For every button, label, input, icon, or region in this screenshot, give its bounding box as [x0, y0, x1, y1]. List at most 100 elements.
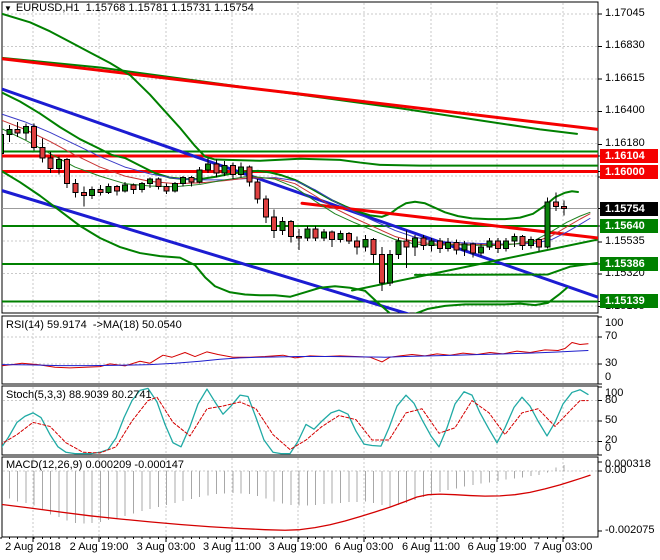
time-axis-label: 6 Aug 19:00 — [467, 541, 527, 553]
candle-bull — [180, 177, 187, 185]
candle-bull — [320, 231, 327, 239]
candle-bull — [503, 240, 510, 250]
candle-bear — [436, 240, 443, 250]
candle-bear — [536, 238, 543, 248]
candle-bear — [420, 237, 427, 247]
price-axis-label: 1.16615 — [605, 72, 645, 84]
candle-bear — [378, 254, 385, 284]
candle-bull — [205, 163, 211, 171]
candle-bear — [561, 205, 568, 210]
candle-bear — [155, 178, 162, 188]
price-axis-label: 1.15535 — [605, 235, 645, 247]
price-badge-1.15640: 1.15640 — [600, 219, 658, 233]
candle-bear — [97, 189, 104, 194]
rsi-indicator-label: RSI(14) 59.9174 ->MA(18) 50.0540 — [6, 319, 182, 331]
candle-bull — [105, 186, 112, 194]
candle-bull — [362, 238, 369, 248]
candle-bull — [527, 238, 534, 247]
candle-bear — [64, 159, 71, 185]
mt4-chart-window: ▼ EURUSD,H1 1.15768 1.15781 1.15731 1.15… — [0, 0, 660, 560]
stoch-axis-label: 0 — [605, 442, 612, 454]
candle-bull — [428, 240, 435, 247]
stoch-indicator-label: Stoch(5,3,3) 88.9039 80.2741 — [6, 389, 152, 401]
candle-bull — [171, 183, 178, 192]
price-axis-label: 1.16400 — [605, 104, 645, 116]
candle-bear — [552, 201, 559, 207]
candle-bull — [412, 237, 418, 248]
candle-bull — [138, 183, 145, 191]
candle-bear — [354, 240, 361, 248]
rsi-axis-label: 70 — [605, 330, 618, 342]
candle-bull — [544, 201, 551, 248]
candle-bear — [453, 242, 460, 251]
candle-bear — [163, 186, 170, 192]
dropdown-triangle-icon[interactable]: ▼ — [4, 3, 12, 14]
price-badge-1.15139: 1.15139 — [600, 294, 658, 308]
candle-bear — [72, 183, 79, 194]
candle-bull — [238, 166, 245, 176]
time-axis-label: 6 Aug 11:00 — [402, 541, 460, 553]
candle-bear — [370, 238, 377, 256]
price-badge-1.15386: 1.15386 — [600, 257, 658, 271]
candle-bear — [262, 198, 269, 218]
time-axis-label: 3 Aug 19:00 — [268, 541, 328, 553]
candle-bull — [89, 189, 96, 197]
candle-bear — [39, 146, 46, 159]
candle-bull — [221, 165, 228, 174]
candle-bull — [55, 159, 62, 170]
candle-bull — [511, 235, 518, 242]
candle-bear — [188, 177, 195, 183]
time-axis-label: 2 Aug 19:00 — [69, 541, 129, 553]
candle-bull — [304, 228, 311, 239]
candle-bull — [22, 125, 29, 134]
candle-bear — [287, 220, 294, 237]
price-badge-1.15754: 1.15754 — [600, 202, 658, 216]
price-axis-label: 1.16180 — [605, 137, 645, 149]
candle-bear — [47, 157, 54, 170]
candle-bear — [246, 166, 253, 183]
price-badge-1.16000: 1.16000 — [600, 165, 658, 179]
candle-bull — [196, 169, 203, 183]
candle-bear — [271, 216, 278, 231]
price-badge-1.16104: 1.16104 — [600, 149, 658, 163]
candle-bear — [113, 186, 120, 192]
macd-axis-label: 0.00 — [605, 464, 627, 476]
candle-bear — [469, 243, 476, 254]
rsi-axis-label: 100 — [605, 317, 624, 329]
candle-bear — [130, 184, 137, 191]
candle-bull — [337, 232, 344, 240]
price-axis-label: 1.17045 — [605, 7, 645, 19]
time-axis-label: 2 Aug 2018 — [5, 541, 61, 553]
candle-bull — [279, 220, 286, 231]
chart-canvas[interactable] — [0, 0, 660, 560]
candle-bear — [329, 231, 336, 240]
candle-bull — [6, 128, 13, 136]
candle-bull — [486, 240, 493, 248]
candle-bull — [147, 178, 154, 185]
macd-indicator-label: MACD(12,26,9) 0.000209 -0.000147 — [6, 459, 184, 471]
candle-bear — [494, 240, 501, 250]
candle-bear — [213, 163, 220, 174]
stoch-axis-label: 50 — [605, 414, 618, 426]
price-axis-label: 1.16830 — [605, 39, 645, 51]
candle-bear — [296, 235, 303, 239]
candle-bull — [122, 184, 129, 192]
candle-bear — [31, 125, 38, 148]
candle-bear — [80, 192, 87, 197]
candle-bear — [312, 228, 319, 239]
candle-bear — [229, 165, 236, 176]
chart-title: EURUSD,H1 1.15768 1.15781 1.15731 1.1575… — [15, 2, 254, 14]
candle-bull — [461, 243, 468, 251]
time-axis-label: 3 Aug 11:00 — [203, 541, 261, 553]
candle-bull — [478, 246, 485, 254]
rsi-axis-label: 0 — [605, 371, 612, 383]
candle-bear — [403, 240, 410, 248]
macd-axis-label: -0.002075 — [605, 524, 655, 536]
candle-bear — [254, 181, 261, 200]
candle-bull — [395, 240, 402, 256]
candle-bull — [387, 254, 394, 284]
candle-bear — [14, 128, 21, 134]
time-axis-label: 7 Aug 03:00 — [533, 541, 593, 553]
time-axis-label: 3 Aug 03:00 — [136, 541, 196, 553]
candle-bear — [345, 232, 352, 242]
